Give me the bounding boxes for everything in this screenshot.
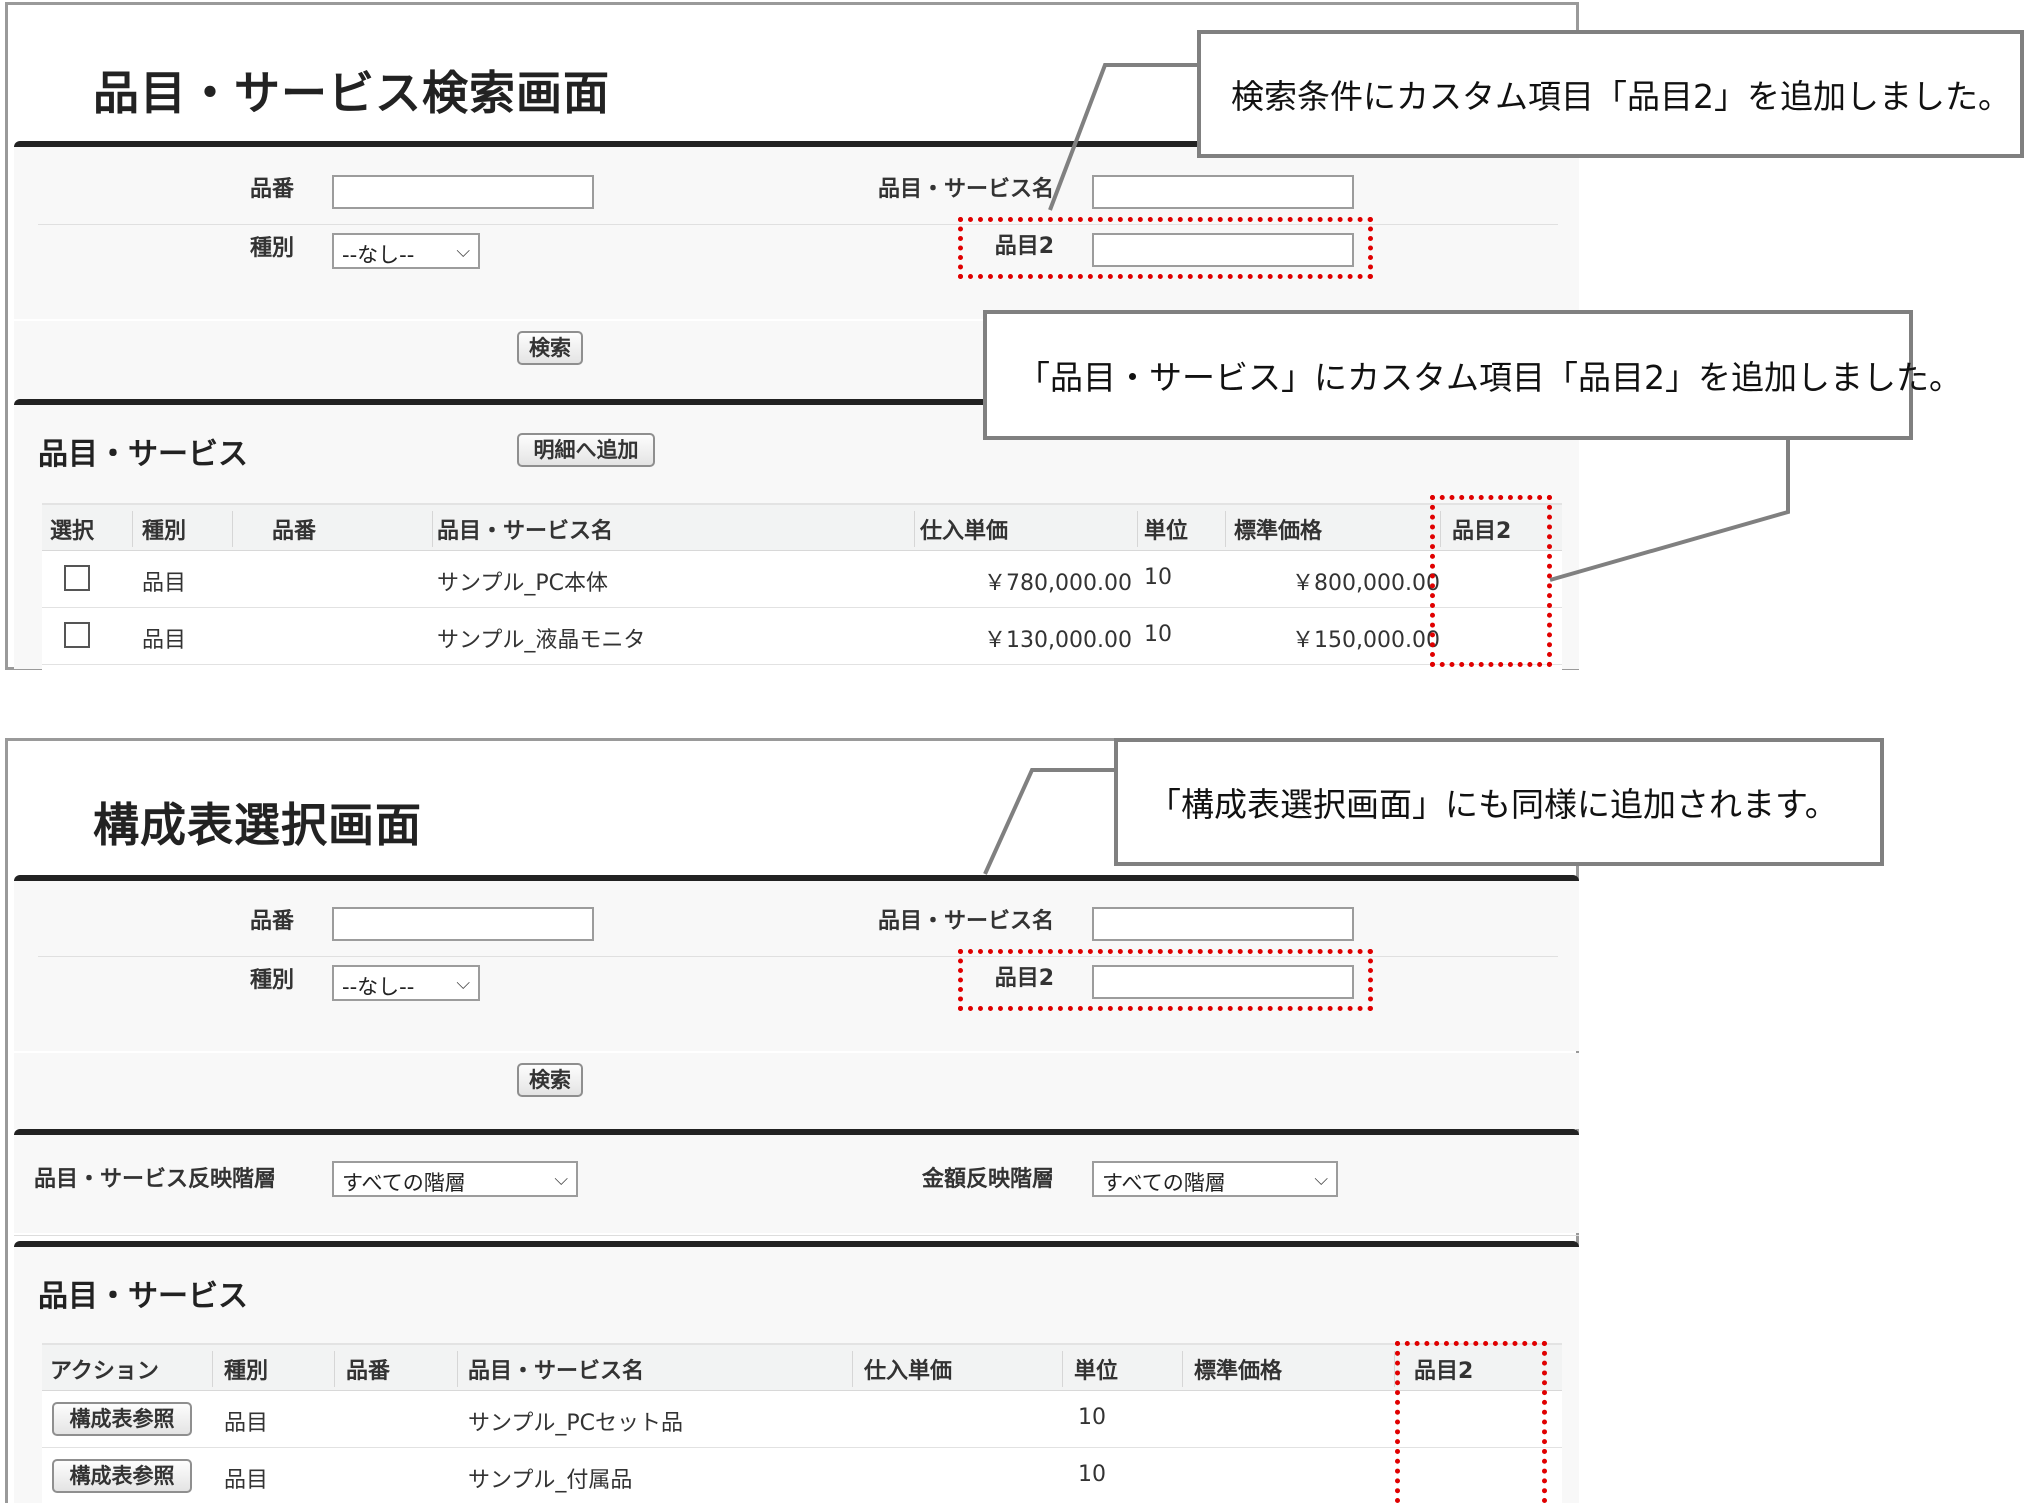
callout-search-condition: 検索条件にカスタム項目「品目2」を追加しました。 xyxy=(1197,30,2024,158)
leader-line-item xyxy=(1549,440,1790,582)
callout-text: 検索条件にカスタム項目「品目2」を追加しました。 xyxy=(1231,77,2011,116)
callout-composition: 「構成表選択画面」にも同様に追加されます。 xyxy=(1114,738,1884,866)
leader-line-composition xyxy=(983,768,1118,875)
callout-text: 「構成表選択画面」にも同様に追加されます。 xyxy=(1148,785,1838,824)
leader-line-search xyxy=(1048,63,1200,211)
callout-text: 「品目・サービス」にカスタム項目「品目2」を追加しました。 xyxy=(1017,358,1962,397)
callout-item-service: 「品目・サービス」にカスタム項目「品目2」を追加しました。 xyxy=(983,310,1962,440)
